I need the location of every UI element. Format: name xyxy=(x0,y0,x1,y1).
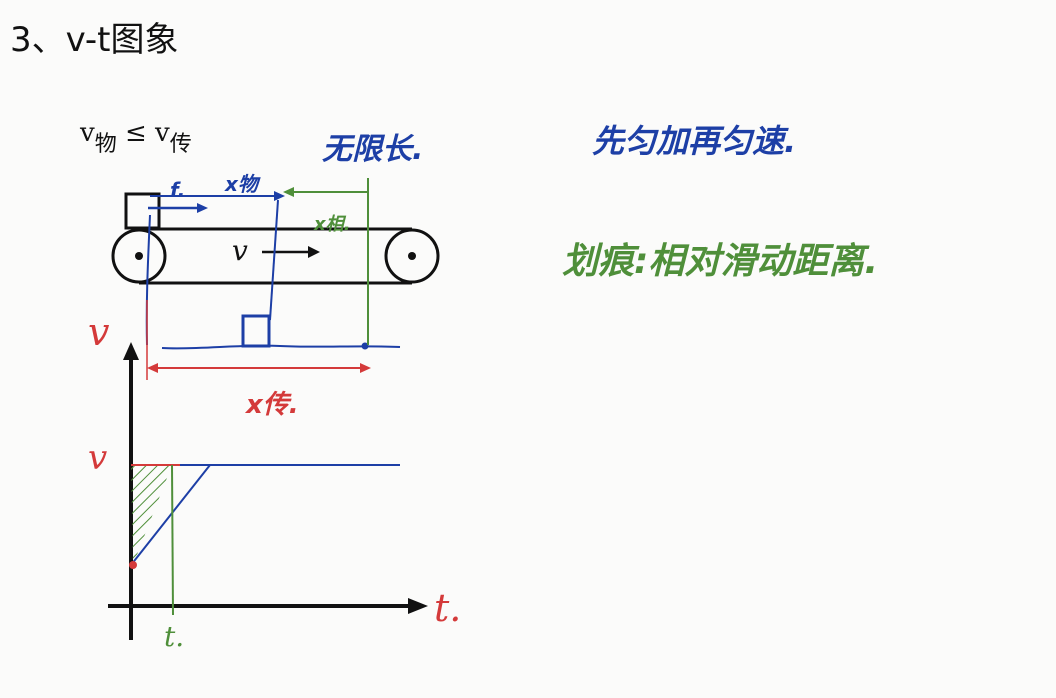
block-start xyxy=(124,192,161,230)
v-axis-label: v xyxy=(88,310,110,354)
object-displacement-marks xyxy=(145,191,401,350)
belt-displacement-marks xyxy=(146,300,371,380)
time-marker xyxy=(171,464,174,616)
v-level-label: v xyxy=(88,438,108,478)
conveyor-diagram xyxy=(108,178,440,640)
t-axis-label: t. xyxy=(434,586,462,630)
whiteboard: 3、v-t图象 v物 ≤ v传 无限长. 先匀加再匀速. 划痕:相对滑动距离. xyxy=(0,0,1056,698)
time-label: t. xyxy=(164,620,185,653)
x-object-label: x物 xyxy=(225,172,258,196)
x-relative-label: x相. xyxy=(314,214,351,235)
block-end xyxy=(241,314,271,348)
belt-velocity-label: v xyxy=(232,234,248,267)
x-belt-label: x传. xyxy=(246,390,299,420)
relative-displacement-marks xyxy=(283,178,369,345)
friction-label: f. xyxy=(170,178,186,202)
scratch-area xyxy=(131,465,172,565)
